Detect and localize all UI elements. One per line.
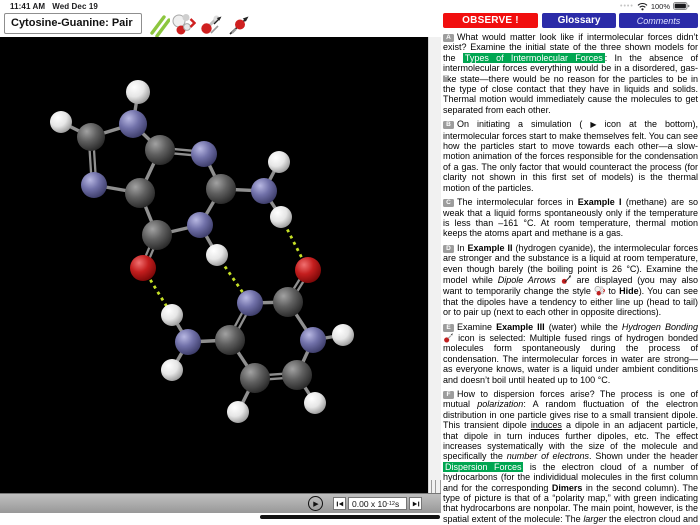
status-time-date: 11:41 AM Wed Dec 19 (10, 2, 98, 11)
atom-C (206, 174, 236, 204)
paragraph-f: FHow to dispersion forces arise? The pro… (443, 389, 698, 525)
render-style-icon[interactable] (170, 12, 196, 37)
text-segment: Example I (578, 197, 622, 207)
atom-H (268, 151, 290, 173)
highlighted-term[interactable]: Types of Intermolecular Forces (463, 53, 605, 63)
step-back-icon (336, 500, 344, 508)
text-segment: (water) while the (545, 322, 622, 332)
molecule-svg[interactable] (0, 37, 428, 493)
simulation-time-field[interactable]: 0.00 x 10-12 s (348, 497, 407, 510)
atom-N (251, 178, 277, 204)
atom-H (126, 80, 150, 104)
text-segment: Example III (496, 322, 545, 332)
atom-C (125, 178, 155, 208)
atom-C (77, 123, 105, 151)
atom-H (270, 206, 292, 228)
text-segment: icon at the bottom), intermolecular forc… (443, 119, 698, 192)
molecule-viewport[interactable] (0, 37, 428, 493)
hydrogen-bonding-icon[interactable] (198, 12, 224, 37)
atom-O (130, 255, 156, 281)
step-back-button[interactable] (333, 497, 346, 510)
text-segment: On initiating a simulation ( (457, 119, 590, 129)
play-button[interactable]: ▶ (308, 496, 323, 511)
text-segment: larger (583, 514, 606, 524)
paragraph-b: BOn initiating a simulation ( ▶ icon at … (443, 119, 698, 193)
step-forward-button[interactable] (409, 497, 422, 510)
text-segment: Dipole Arrows (498, 275, 556, 285)
text-segment: to (605, 286, 619, 296)
viewport-scrollbar[interactable] (428, 37, 441, 513)
status-indicators: •••• 100% (620, 2, 690, 11)
paragraph-badge: A (443, 34, 454, 42)
paragraph-a: AWhat would matter look like if intermol… (443, 32, 698, 115)
text-segment: The intermolecular forces in (457, 197, 578, 207)
article: AWhat would matter look like if intermol… (443, 32, 698, 525)
atom-N (237, 290, 263, 316)
battery-percent: 100% (651, 2, 670, 11)
atom-C (273, 287, 303, 317)
paragraph-badge: B (443, 121, 454, 129)
paragraph-d: DIn Example II (hydrogen cyanide), the i… (443, 243, 698, 318)
text-segment: Example II (468, 243, 513, 253)
text-segment: Hide (619, 286, 639, 296)
text-segment: . Shown under the header (589, 451, 698, 461)
text-segment: number of electrons (507, 451, 589, 461)
glossary-button[interactable]: Glossary (542, 13, 616, 28)
wifi-icon (637, 2, 648, 11)
paragraph-badge: D (443, 245, 454, 253)
atom-H (50, 111, 72, 133)
atom-H (161, 359, 183, 381)
atom-C (240, 363, 270, 393)
comments-button[interactable]: Comments (619, 13, 698, 28)
app-window: 11:41 AM Wed Dec 19 •••• 100% Cytosine-Gu… (0, 0, 700, 525)
time-value: 0.00 x 10 (352, 499, 387, 509)
cellular-dots-icon: •••• (620, 3, 634, 10)
paragraph-badge: F (443, 391, 454, 399)
paragraph-e: EExamine Example III (water) while the H… (443, 322, 698, 385)
atom-N (119, 110, 147, 138)
atom-H (227, 401, 249, 423)
hydrogen-bonding-icon (443, 332, 454, 343)
text-segment: Examine (457, 322, 496, 332)
atom-H (304, 392, 326, 414)
model-title-field[interactable]: Cytosine-Guanine: Pair (4, 13, 142, 34)
atom-C (282, 360, 312, 390)
step-forward-icon (412, 500, 420, 508)
highlighted-term[interactable]: Dispersion Forces (443, 462, 523, 472)
atom-H (332, 324, 354, 346)
atom-C (215, 325, 245, 355)
atom-C (145, 135, 175, 165)
paragraph-badge: C (443, 199, 454, 207)
atom-O (295, 257, 321, 283)
text-segment: Hydrogen Bonding (622, 322, 698, 332)
time-unit: s (395, 499, 399, 509)
atom-N (175, 329, 201, 355)
atom-N (191, 141, 217, 167)
text-segment: In (457, 243, 468, 253)
dipole-arrows-icon[interactable] (226, 12, 252, 37)
dipole-arrows-icon (561, 274, 572, 285)
atom-H (161, 304, 183, 326)
atom-N (81, 172, 107, 198)
render-style-icon (594, 285, 605, 296)
text-segment: Dimers (552, 483, 583, 493)
status-bar: 11:41 AM Wed Dec 19 •••• 100% (0, 0, 700, 12)
home-indicator[interactable] (260, 515, 440, 519)
paragraph-c: CThe intermolecular forces in Example I … (443, 197, 698, 239)
paragraph-badge: E (443, 324, 454, 332)
simulation-control-bar: ▶ 0.00 x 10-12 s (0, 493, 441, 513)
atom-H (206, 244, 228, 266)
status-time: 11:41 AM (10, 2, 45, 11)
text-segment: induces (531, 420, 562, 430)
atom-C (142, 220, 172, 250)
battery-icon (673, 2, 690, 11)
atom-N (187, 212, 213, 238)
status-date: Wed Dec 19 (52, 2, 98, 11)
observe-button[interactable]: OBSERVE ! (443, 13, 538, 28)
text-segment: polarization (477, 399, 523, 409)
text-segment: icon is selected: Multiple fused rings o… (443, 333, 698, 385)
atom-N (300, 327, 326, 353)
